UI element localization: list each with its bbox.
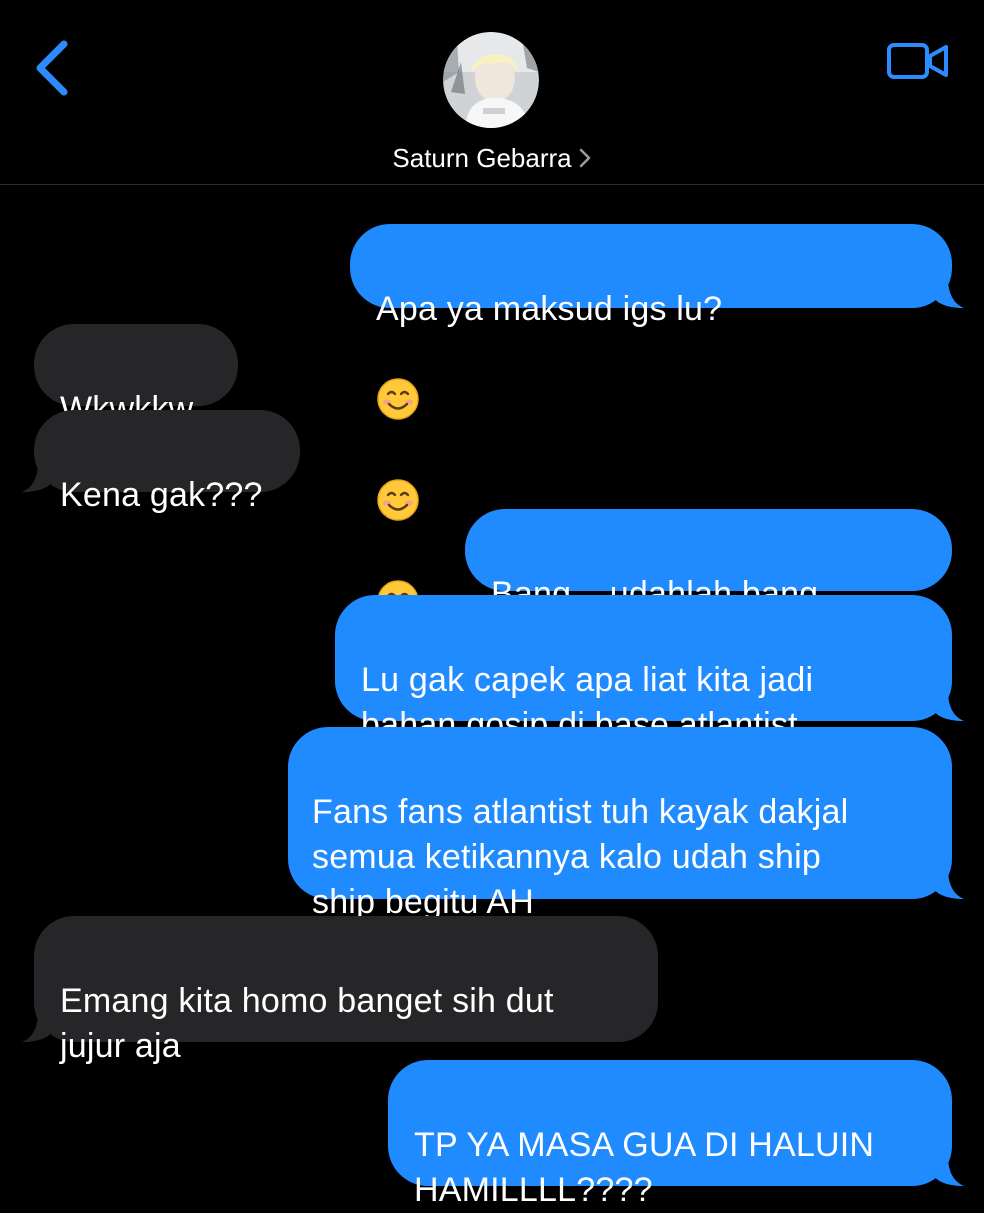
- chevron-right-icon: [579, 148, 590, 168]
- message-bubble-outgoing[interactable]: Lu gak capek apa liat kita jadi bahan go…: [335, 595, 964, 828]
- smiling-face-icon: [376, 332, 420, 433]
- message-text: Kena gak???: [60, 476, 263, 514]
- chevron-left-icon[interactable]: [30, 38, 78, 98]
- bubble-tail: [22, 1012, 52, 1042]
- bubble-tail: [934, 691, 964, 721]
- message-text: Fans fans atlantist tuh kayak dakjal sem…: [312, 793, 849, 921]
- message-bubble-incoming[interactable]: Kena gak???: [22, 410, 300, 514]
- bubble-tail: [934, 869, 964, 899]
- message-bubble-outgoing[interactable]: Fans fans atlantist tuh kayak dakjal sem…: [288, 727, 964, 921]
- smiling-face-icon: [376, 433, 420, 534]
- contact-name-row[interactable]: Saturn Gebarra: [0, 140, 984, 176]
- message-text: Apa ya maksud igs lu?: [376, 290, 723, 328]
- video-camera-icon[interactable]: [886, 40, 950, 82]
- bubble-tail: [22, 462, 52, 492]
- bubble-tail: [934, 1156, 964, 1186]
- message-bubble-outgoing[interactable]: TP YA MASA GUA DI HALUIN HAMILLLL????: [388, 1060, 964, 1209]
- contact-avatar[interactable]: [443, 32, 539, 128]
- message-bubble-incoming[interactable]: Emang kita homo banget sih dut jujur aja: [22, 916, 658, 1065]
- message-text: TP YA MASA GUA DI HALUIN HAMILLLL????: [414, 1126, 875, 1209]
- bubble-tail: [934, 278, 964, 308]
- message-text: Emang kita homo banget sih dut jujur aja: [60, 982, 554, 1065]
- conversation-header: Saturn Gebarra: [0, 0, 984, 185]
- contact-name: Saturn Gebarra: [392, 143, 572, 173]
- message-bubble-outgoing[interactable]: Bang... udahlah bang: [465, 509, 952, 705]
- message-bubble-incoming[interactable]: Wkwkkw: [34, 324, 238, 428]
- message-bubble-outgoing[interactable]: Apa ya maksud igs lu?: [350, 224, 964, 622]
